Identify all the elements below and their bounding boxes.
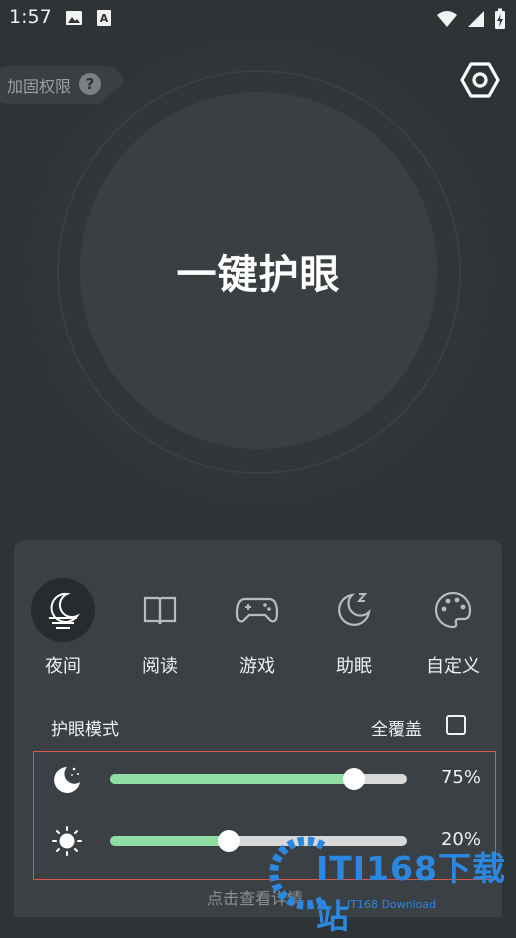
image-icon — [66, 11, 82, 25]
watermark-logo: ITI168下载站 IT168 Download — [268, 832, 513, 936]
sleep-moon-icon — [322, 578, 386, 642]
brightness-slider-fill — [110, 836, 229, 846]
tab-night-label: 夜间 — [45, 656, 81, 677]
one-tap-eye-care-label: 一键护眼 — [176, 251, 341, 298]
tab-reading[interactable]: 阅读 — [115, 578, 205, 678]
wifi-icon — [437, 11, 457, 27]
tab-sleep[interactable]: 助眠 — [309, 578, 399, 678]
filter-value: 75% — [440, 767, 481, 788]
filter-slider-row: 75% — [34, 759, 497, 799]
status-bar: 1:57 A — [0, 0, 516, 36]
filter-slider-thumb[interactable] — [342, 768, 365, 790]
tab-night[interactable]: 夜间 — [18, 578, 108, 678]
full-cover-checkbox[interactable] — [446, 715, 466, 735]
one-tap-eye-care-button[interactable]: 一键护眼 — [80, 92, 437, 449]
tab-gaming-label: 游戏 — [239, 656, 275, 677]
mode-tabs: 夜间 阅读 游戏 助眠 自定义 — [14, 578, 502, 678]
filter-slider-fill — [110, 774, 354, 784]
help-icon[interactable]: ? — [79, 73, 101, 95]
book-icon — [128, 578, 192, 642]
permission-label: 加固权限 — [7, 77, 72, 96]
settings-hex-icon[interactable] — [460, 60, 500, 100]
full-cover-label: 全覆盖 — [371, 720, 422, 740]
text-a-icon: A — [97, 10, 111, 26]
moon-stars-icon — [54, 767, 80, 793]
signal-icon — [468, 11, 484, 27]
brightness-slider-thumb[interactable] — [217, 830, 240, 852]
gamepad-icon — [225, 578, 289, 642]
eye-mode-title: 护眼模式 — [51, 720, 119, 740]
tab-custom-label: 自定义 — [426, 656, 480, 677]
status-left-icons: A — [64, 8, 114, 28]
watermark-subtext: IT168 Download — [347, 898, 437, 911]
night-mode-icon — [31, 578, 95, 642]
tab-gaming[interactable]: 游戏 — [212, 578, 302, 678]
tab-custom[interactable]: 自定义 — [408, 578, 498, 678]
palette-icon — [421, 578, 485, 642]
watermark-text: ITI168下载站 — [316, 849, 506, 936]
filter-slider-track[interactable] — [110, 768, 407, 790]
status-time: 1:57 — [9, 6, 52, 28]
battery-charging-icon — [495, 8, 505, 29]
svg-text:A: A — [100, 12, 109, 25]
tab-sleep-label: 助眠 — [336, 656, 372, 677]
sun-icon — [52, 826, 82, 856]
tab-reading-label: 阅读 — [142, 656, 178, 677]
status-right-icons — [436, 8, 506, 30]
